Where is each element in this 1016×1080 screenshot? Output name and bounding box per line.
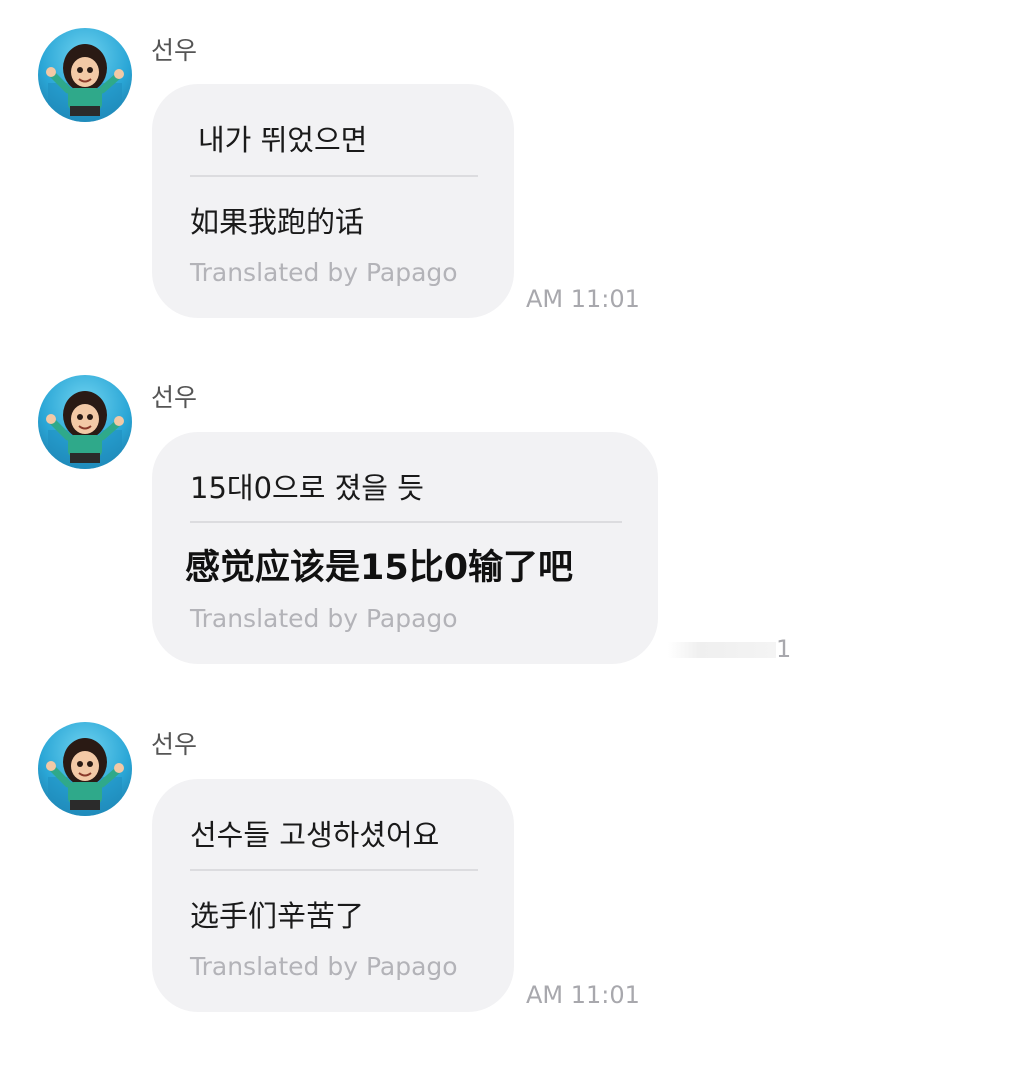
translated-message-text: 感觉应该是15比0输了吧 [185, 548, 574, 588]
translated-message-text: 如果我跑的话 [190, 205, 365, 239]
message-timestamp: 1 [776, 635, 792, 663]
sender-name: 선우 [151, 36, 198, 65]
message-bubble[interactable]: 15대0으로 졌을 듯 感觉应该是15比0输了吧 Translated by P… [152, 432, 658, 664]
sender-avatar[interactable] [38, 722, 132, 816]
original-message-text: 내가 뛰었으면 [198, 123, 368, 157]
redacted-timestamp [668, 642, 776, 658]
sender-avatar[interactable] [38, 28, 132, 122]
avatar-character-icon [46, 44, 124, 122]
original-message-text: 15대0으로 졌을 듯 [190, 471, 424, 505]
translated-message-text: 选手们辛苦了 [190, 899, 365, 933]
original-message-text: 선수들 고생하셨어요 [190, 818, 440, 852]
message-timestamp: AM 11:01 [526, 981, 640, 1009]
avatar-character-icon [46, 391, 124, 469]
avatar-character-icon [46, 738, 124, 816]
translation-divider [190, 175, 478, 177]
sender-name: 선우 [151, 383, 198, 412]
translation-divider [190, 521, 622, 523]
message-bubble[interactable]: 선수들 고생하셨어요 选手们辛苦了 Translated by Papago [152, 779, 514, 1012]
translation-divider [190, 869, 478, 871]
message-bubble[interactable]: 내가 뛰었으면 如果我跑的话 Translated by Papago [152, 84, 514, 318]
sender-avatar[interactable] [38, 375, 132, 469]
translation-credit: Translated by Papago [190, 952, 458, 981]
message-timestamp: AM 11:01 [526, 285, 640, 313]
sender-name: 선우 [151, 730, 198, 759]
translation-credit: Translated by Papago [190, 258, 458, 287]
translation-credit: Translated by Papago [190, 604, 458, 633]
